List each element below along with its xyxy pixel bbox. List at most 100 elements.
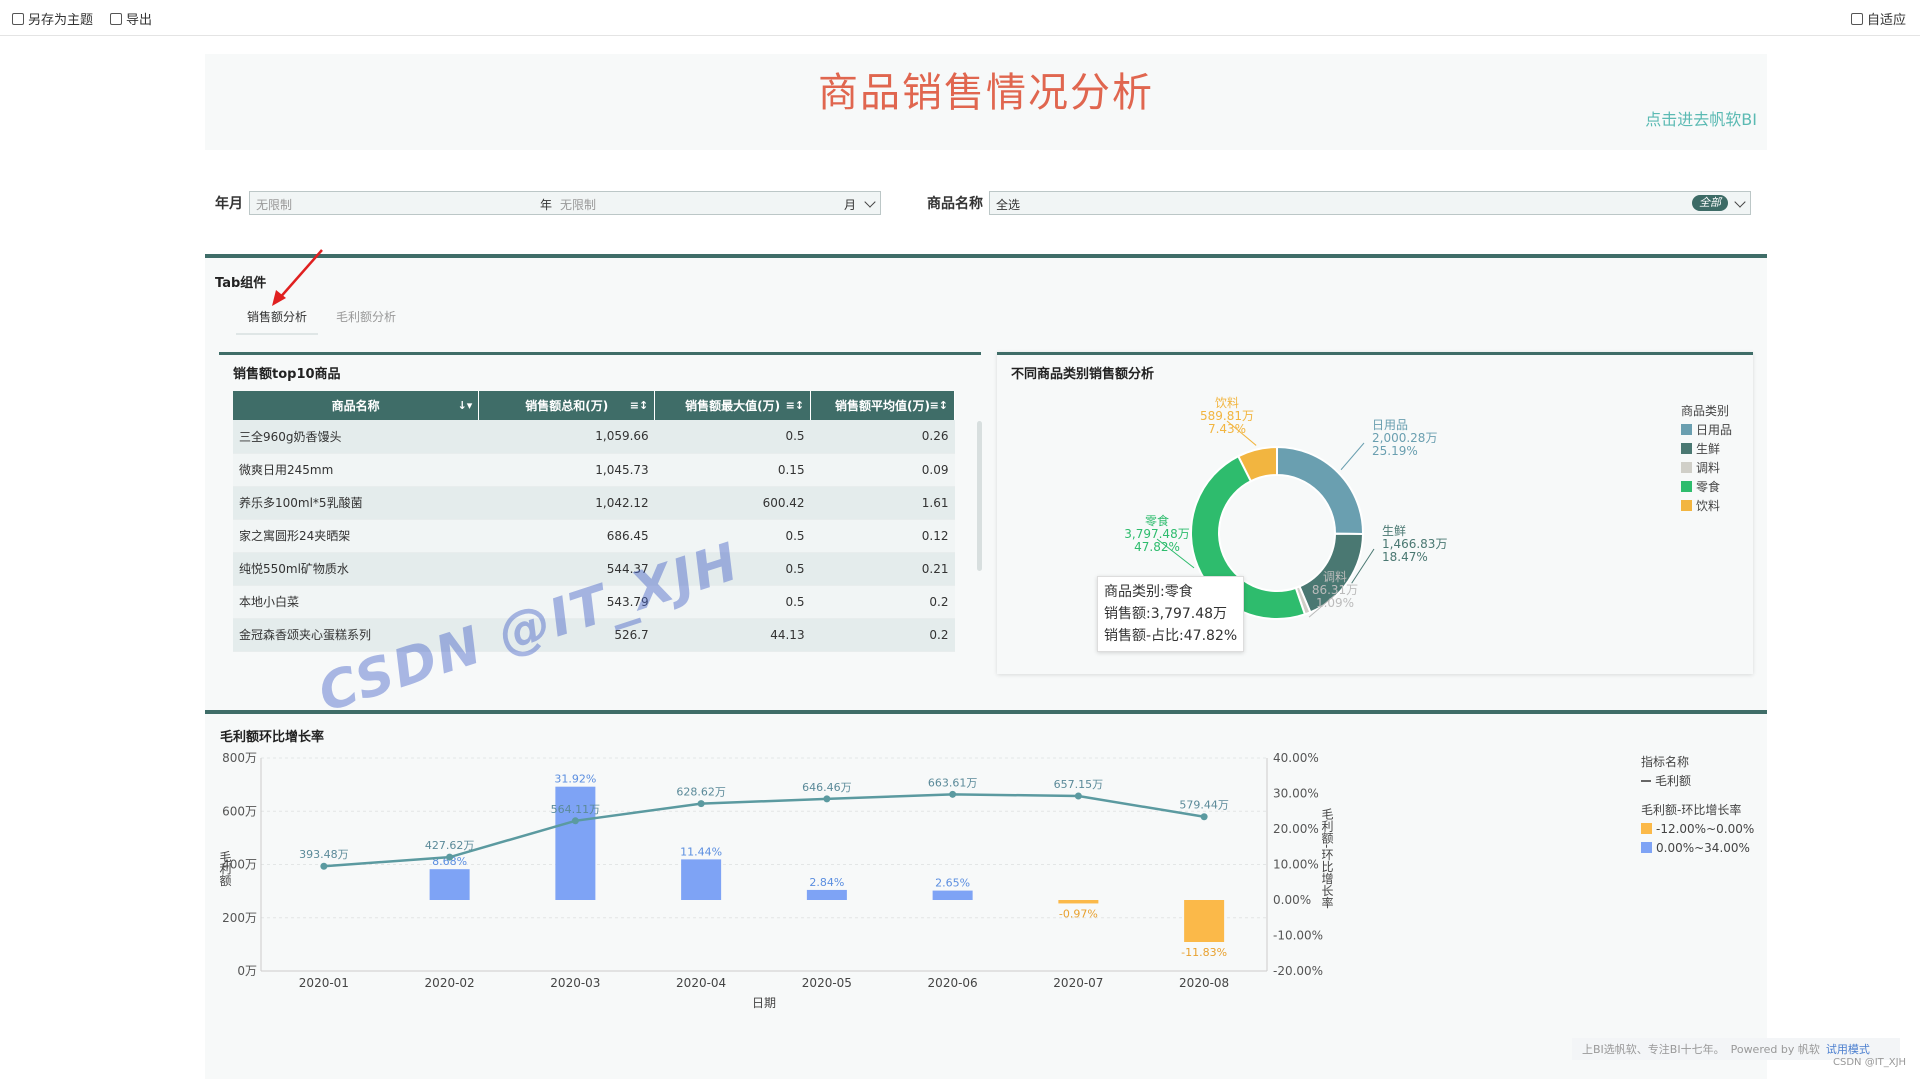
- donut-legend: 商品类别 日用品 生鲜 调料 零食 饮料: [1681, 401, 1732, 515]
- growth-bar[interactable]: [1058, 900, 1099, 904]
- legend-title-metric: 指标名称: [1641, 755, 1690, 769]
- bar-label: 2.84%: [809, 876, 844, 889]
- cell-value: 686.45: [478, 519, 655, 553]
- month-input[interactable]: 无限制: [560, 196, 596, 213]
- line-point[interactable]: [446, 853, 454, 861]
- ym-label: 年月: [215, 196, 243, 212]
- legend-item-1[interactable]: 生鲜: [1681, 439, 1732, 458]
- col-header-sum[interactable]: 销售额总和(万) ≡↕: [478, 391, 656, 420]
- col-header-name[interactable]: 商品名称 ↓▾: [233, 391, 480, 420]
- cell-value: 0.09: [810, 453, 955, 487]
- legend-bucket-neg[interactable]: -12.00%~0.00%: [1641, 819, 1754, 838]
- product-select[interactable]: 全选 全部: [989, 191, 1751, 215]
- page-title: 商品销售情况分析: [818, 70, 1154, 116]
- donut-label-name: 调料: [1323, 570, 1347, 584]
- right-axis-label: 毛利额-环比增长率: [1320, 808, 1334, 909]
- chevron-down-icon[interactable]: [864, 196, 876, 208]
- line-point[interactable]: [1200, 813, 1208, 821]
- x-tick: 2020-03: [550, 976, 600, 990]
- donut-label-name: 日用品: [1372, 418, 1408, 432]
- trial-mode-link[interactable]: 试用模式: [1826, 1041, 1870, 1057]
- adapt-button[interactable]: 自适应: [1851, 9, 1906, 28]
- legend-item-3[interactable]: 零食: [1681, 477, 1732, 496]
- chevron-down-icon[interactable]: [1734, 196, 1746, 208]
- save-icon: [12, 12, 24, 25]
- donut-label-name: 零食: [1145, 513, 1169, 528]
- sort-icon[interactable]: ≡↕: [786, 399, 804, 412]
- all-pill[interactable]: 全部: [1692, 195, 1728, 211]
- cell-product-name: 纯悦550ml矿物质水: [233, 552, 479, 586]
- sort-icon[interactable]: ≡↕: [630, 399, 648, 412]
- line-label: 646.46万: [802, 781, 852, 794]
- col-header-max[interactable]: 销售额最大值(万) ≡↕: [654, 391, 812, 420]
- red-arrow-annotation: [272, 249, 323, 306]
- growth-bar[interactable]: [429, 869, 470, 900]
- csdn-credit: CSDN @IT_XJH: [1833, 1057, 1907, 1068]
- tab-sales-analysis[interactable]: 销售额分析: [236, 308, 318, 335]
- line-point[interactable]: [949, 790, 957, 798]
- table-row[interactable]: 养乐多100ml*5乳酸菌 1,042.12 600.42 1.61: [233, 486, 955, 520]
- tab-profit-analysis[interactable]: 毛利额分析: [336, 308, 396, 333]
- right-tick: -10.00%: [1273, 929, 1323, 943]
- legend-bucket-pos[interactable]: 0.00%~34.00%: [1641, 838, 1754, 857]
- profit-line: [323, 793, 1205, 868]
- left-tick: 600万: [222, 804, 257, 818]
- line-point[interactable]: [697, 800, 705, 808]
- cell-product-name: 三全960g奶香馒头: [233, 420, 479, 454]
- cell-product-name: 养乐多100ml*5乳酸菌: [233, 486, 479, 520]
- cell-value: 0.12: [810, 519, 955, 553]
- cell-value: 0.2: [810, 585, 955, 619]
- x-tick: 2020-07: [1053, 976, 1103, 990]
- table-row[interactable]: 三全960g奶香馒头 1,059.66 0.5 0.26: [233, 420, 955, 454]
- save-theme-button[interactable]: 另存为主题: [12, 9, 93, 28]
- sort-filter-icon[interactable]: ↓▾: [458, 399, 473, 412]
- donut-label-name: 饮料: [1215, 396, 1239, 410]
- line-label: 393.48万: [299, 848, 349, 861]
- table-row[interactable]: 家之寓圆形24夹晒架 686.45 0.5 0.12: [233, 519, 955, 553]
- product-label: 商品名称: [927, 196, 983, 212]
- combo-chart: 800万600万400万200万0万40.00%30.00%20.00%10.0…: [218, 751, 1334, 1010]
- donut-slice-0[interactable]: [1276, 445, 1364, 536]
- growth-bar[interactable]: [681, 859, 722, 900]
- col-header-avg[interactable]: 销售额平均值(万) ≡↕: [810, 391, 955, 420]
- line-point[interactable]: [823, 795, 831, 803]
- bar-label: 2.65%: [935, 877, 970, 890]
- legend-item-0[interactable]: 日用品: [1681, 420, 1732, 439]
- line-point[interactable]: [1074, 792, 1082, 800]
- line-point[interactable]: [320, 862, 328, 870]
- year-input[interactable]: 无限制: [256, 196, 292, 213]
- legend-line-item[interactable]: 毛利额: [1641, 771, 1754, 790]
- growth-bar[interactable]: [806, 889, 847, 900]
- left-tick: 0万: [237, 964, 257, 978]
- donut-title: 不同商品类别销售额分析: [1011, 367, 1155, 382]
- cell-value: 600.42: [654, 486, 811, 520]
- export-button[interactable]: 导出: [110, 9, 152, 28]
- bi-link[interactable]: 点击进去帆软BI: [1645, 106, 1757, 130]
- x-tick: 2020-05: [802, 976, 852, 990]
- tab-section-title: Tab组件: [215, 276, 267, 291]
- growth-bar[interactable]: [932, 890, 973, 900]
- line-point[interactable]: [571, 817, 579, 825]
- year-month-field[interactable]: 无限制 年 无限制 月: [249, 191, 881, 215]
- legend-title-growth: 毛利额-环比增长率: [1641, 803, 1742, 817]
- right-tick: 0.00%: [1273, 893, 1311, 907]
- legend-item-4[interactable]: 饮料: [1681, 496, 1732, 515]
- x-axis-label: 日期: [752, 996, 776, 1010]
- combo-legend: 指标名称 毛利额 毛利额-环比增长率 -12.00%~0.00% 0.00%~3…: [1641, 752, 1754, 857]
- cell-value: 0.21: [810, 552, 955, 586]
- right-tick: 20.00%: [1273, 822, 1319, 836]
- donut-label-pct: 7.43%: [1208, 422, 1246, 436]
- cell-value: 0.26: [810, 420, 955, 454]
- table-scrollbar[interactable]: [977, 421, 982, 571]
- line-label: 657.15万: [1054, 778, 1104, 791]
- legend-item-2[interactable]: 调料: [1681, 458, 1732, 477]
- growth-bar[interactable]: [1184, 900, 1225, 942]
- sort-icon[interactable]: ≡↕: [930, 399, 948, 412]
- cell-product-name: 微爽日用245mm: [233, 453, 479, 487]
- line-label: 628.62万: [676, 786, 726, 799]
- table-row[interactable]: 微爽日用245mm 1,045.73 0.15 0.09: [233, 453, 955, 487]
- month-unit: 月: [844, 198, 857, 212]
- cell-value: 1,042.12: [478, 486, 655, 520]
- donut-label-value: 86.31万: [1312, 583, 1358, 597]
- label-leader: [1340, 442, 1365, 471]
